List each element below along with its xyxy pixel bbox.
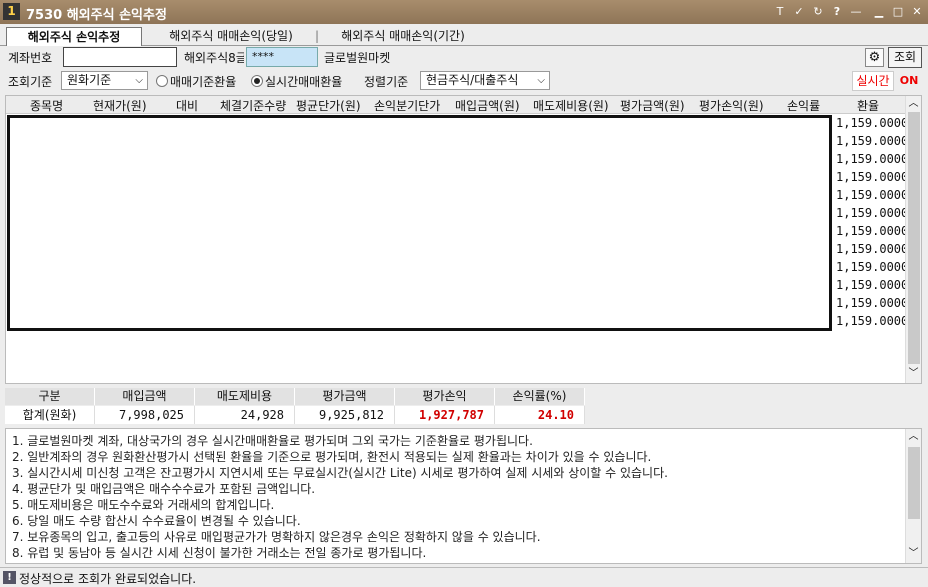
rate-cell: 1,159.0000	[836, 242, 909, 256]
rate-cell: 1,159.0000	[836, 224, 909, 238]
col-exchange-rate[interactable]: 환율	[857, 97, 879, 114]
rate-cell: 1,159.0000	[836, 134, 909, 148]
note-line: 5. 매도제비용은 매도수수료와 거래세의 합계입니다.	[12, 498, 275, 512]
refresh-icon[interactable]: ↻	[810, 4, 826, 20]
realtime-label: 실시간	[852, 71, 894, 91]
maximize-icon[interactable]: □	[890, 4, 906, 20]
tab-bar: 해외주식 손익추정 해외주식 매매손익(당일) | 해외주식 매매손익(기간)	[0, 24, 928, 46]
sort-value: 현금주식/대출주식	[426, 73, 519, 87]
col-purchase-amount[interactable]: 매입금액(원)	[455, 97, 520, 114]
note-line: 2. 일반계좌의 경우 원화환산평가시 선택된 환율을 기준으로 평가되며, 환…	[12, 450, 652, 464]
rate-cell: 1,159.0000	[836, 260, 909, 274]
rate-cell: 1,159.0000	[836, 296, 909, 310]
notes-panel: 1. 글로벌원마켓 계좌, 대상국가의 경우 실시간매매환율로 평가되며 그외 …	[5, 428, 922, 564]
tab-estimate[interactable]: 해외주식 손익추정	[6, 27, 142, 46]
scroll-up-icon[interactable]: ︿	[906, 96, 921, 112]
help-icon[interactable]: ?	[829, 4, 845, 20]
account-label: 계좌번호	[8, 51, 53, 65]
summary-eval-amount: 9,925,812	[295, 406, 395, 424]
summary-header: 손익률(%)	[495, 388, 585, 405]
password-label: 해외주식8글	[184, 51, 244, 65]
menu-icon[interactable]: —	[848, 4, 864, 20]
rate-cell: 1,159.0000	[836, 170, 909, 184]
tab-period-profit[interactable]: 해외주식 매매손익(기간)	[328, 27, 478, 46]
radio-trade-rate-label: 매매기준환율	[170, 75, 237, 89]
note-line: 4. 평균단가 및 매입금액은 매수수수료가 포함된 금액입니다.	[12, 482, 316, 496]
account-input[interactable]	[63, 47, 177, 67]
check-icon[interactable]: ✓	[791, 4, 807, 20]
summary-header: 평가손익	[395, 388, 495, 405]
radio-trade-rate[interactable]	[156, 75, 168, 87]
sort-select[interactable]: 현금주식/대출주식 ⌵	[420, 71, 550, 90]
market-label: 글로벌원마켓	[324, 51, 391, 65]
password-input[interactable]: ****	[246, 47, 318, 67]
sort-label: 정렬기준	[364, 75, 409, 89]
notes-scrollbar[interactable]: ︿ ﹀	[905, 429, 921, 563]
grid-header: 종목명 현재가(원) 대비 체결기준수량 평균단가(원) 손익분기단가 매입금액…	[6, 96, 906, 114]
search-button[interactable]: 조회	[888, 47, 922, 68]
text-icon[interactable]: T	[772, 4, 788, 20]
query-basis-select[interactable]: 원화기준 ⌵	[61, 71, 148, 90]
summary-eval-profit: 1,927,787	[395, 406, 495, 424]
col-return-rate[interactable]: 손익률	[787, 97, 820, 114]
col-avg-price[interactable]: 평균단가(원)	[296, 97, 361, 114]
summary-purchase: 7,998,025	[95, 406, 195, 424]
rate-cell: 1,159.0000	[836, 152, 909, 166]
tab-separator: |	[314, 29, 320, 43]
realtime-toggle[interactable]: ON	[896, 71, 922, 91]
col-stock-name[interactable]: 종목명	[30, 97, 63, 114]
info-icon: !	[3, 571, 16, 584]
note-line: 6. 당일 매도 수량 합산시 수수료율이 변경될 수 있습니다.	[12, 514, 301, 528]
title-bar: 1 7530 해외주식 손익추정 T ✓ ↻ ? — ▁ □ ✕	[0, 0, 928, 24]
col-eval-profit[interactable]: 평가손익(원)	[699, 97, 764, 114]
summary-header: 매입금액	[95, 388, 195, 405]
window-title: 7530 해외주식 손익추정	[26, 8, 167, 23]
summary-header: 구분	[5, 388, 95, 405]
query-basis-value: 원화기준	[67, 73, 112, 87]
chevron-down-icon: ⌵	[537, 75, 545, 86]
note-line: 1. 글로벌원마켓 계좌, 대상국가의 경우 실시간매매환율로 평가되며 그외 …	[12, 434, 533, 448]
col-quantity[interactable]: 체결기준수량	[220, 97, 286, 114]
chevron-down-icon: ⌵	[135, 75, 143, 86]
col-change[interactable]: 대비	[176, 97, 198, 114]
rate-cell: 1,159.0000	[836, 278, 909, 292]
scroll-down-icon[interactable]: ﹀	[906, 546, 921, 562]
summary-header: 매도제비용	[195, 388, 295, 405]
summary-sell-cost: 24,928	[195, 406, 295, 424]
summary-header: 평가금액	[295, 388, 395, 405]
scroll-down-icon[interactable]: ﹀	[906, 366, 921, 382]
rate-cell: 1,159.0000	[836, 188, 909, 202]
radio-realtime-rate[interactable]	[251, 75, 263, 87]
rate-cell: 1,159.0000	[836, 314, 909, 328]
note-line: 3. 실시간시세 미신청 고객은 잔고평가시 지연시세 또는 무료실시간(실시간…	[12, 466, 668, 480]
holdings-grid: 종목명 현재가(원) 대비 체결기준수량 평균단가(원) 손익분기단가 매입금액…	[5, 95, 922, 384]
note-line: 8. 유럽 및 동남아 등 실시간 시세 신청이 불가한 거래소는 전일 종가로…	[12, 546, 427, 560]
status-bar: ! 정상적으로 조회가 완료되었습니다.	[0, 567, 928, 587]
window-number-badge: 1	[3, 3, 20, 20]
tab-daily-profit[interactable]: 해외주식 매매손익(당일)	[156, 27, 306, 46]
summary-row-label: 합계(원화)	[5, 406, 95, 424]
col-breakeven[interactable]: 손익분기단가	[374, 97, 440, 114]
summary-return-rate: 24.10	[495, 406, 585, 424]
selection-box[interactable]	[7, 115, 832, 331]
summary-table: 구분 매입금액 매도제비용 평가금액 평가손익 손익률(%) 합계(원화) 7,…	[5, 388, 585, 424]
minimize-icon[interactable]: ▁	[871, 4, 887, 20]
scroll-up-icon[interactable]: ︿	[906, 429, 921, 445]
note-line: 7. 보유종목의 입고, 출고등의 사유로 매입평균가가 명확하지 않은경우 손…	[12, 530, 541, 544]
radio-realtime-rate-label: 실시간매매환율	[265, 75, 343, 89]
scroll-thumb[interactable]	[908, 447, 920, 519]
close-icon[interactable]: ✕	[909, 4, 925, 20]
grid-scrollbar[interactable]: ︿ ﹀	[905, 96, 921, 383]
rate-cell: 1,159.0000	[836, 206, 909, 220]
col-sell-cost[interactable]: 매도제비용(원)	[533, 97, 609, 114]
rate-cell: 1,159.0000	[836, 116, 909, 130]
scroll-thumb[interactable]	[908, 112, 920, 364]
col-current-price[interactable]: 현재가(원)	[93, 97, 147, 114]
status-message: 정상적으로 조회가 완료되었습니다.	[19, 572, 197, 586]
settings-gear-icon[interactable]: ⚙	[865, 48, 884, 67]
query-basis-label: 조회기준	[8, 75, 53, 89]
col-eval-amount[interactable]: 평가금액(원)	[620, 97, 685, 114]
